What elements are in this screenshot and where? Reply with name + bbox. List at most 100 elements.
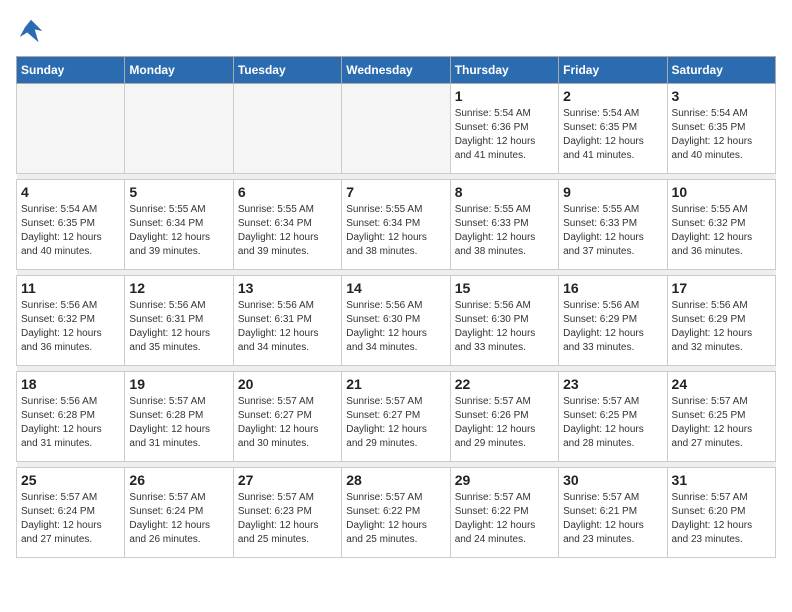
day-header-saturday: Saturday (667, 57, 775, 84)
day-info: Sunrise: 5:57 AM Sunset: 6:21 PM Dayligh… (563, 491, 662, 547)
day-number: 25 (21, 472, 120, 488)
day-header-thursday: Thursday (450, 57, 558, 84)
day-header-sunday: Sunday (17, 57, 125, 84)
day-number: 30 (563, 472, 662, 488)
day-info: Sunrise: 5:56 AM Sunset: 6:28 PM Dayligh… (21, 395, 120, 451)
calendar: SundayMondayTuesdayWednesdayThursdayFrid… (16, 56, 776, 558)
day-number: 13 (238, 280, 337, 296)
day-info: Sunrise: 5:56 AM Sunset: 6:31 PM Dayligh… (238, 299, 337, 355)
day-number: 3 (672, 88, 771, 104)
day-number: 16 (563, 280, 662, 296)
day-number: 19 (129, 376, 228, 392)
calendar-cell: 30 Sunrise: 5:57 AM Sunset: 6:21 PM Dayli… (559, 468, 667, 558)
day-info: Sunrise: 5:54 AM Sunset: 6:35 PM Dayligh… (672, 107, 771, 163)
day-number: 22 (455, 376, 554, 392)
day-info: Sunrise: 5:57 AM Sunset: 6:27 PM Dayligh… (346, 395, 445, 451)
day-number: 26 (129, 472, 228, 488)
day-header-friday: Friday (559, 57, 667, 84)
day-number: 29 (455, 472, 554, 488)
calendar-cell: 6Sunrise: 5:55 AM Sunset: 6:34 PM Daylig… (233, 180, 341, 270)
calendar-week-5: 25 Sunrise: 5:57 AM Sunset: 6:24 PM Dayli… (17, 468, 776, 558)
day-info: Sunrise: 5:56 AM Sunset: 6:30 PM Dayligh… (346, 299, 445, 355)
day-number: 18 (21, 376, 120, 392)
day-number: 7 (346, 184, 445, 200)
calendar-cell: 17Sunrise: 5:56 AM Sunset: 6:29 PM Dayli… (667, 276, 775, 366)
calendar-cell (342, 84, 450, 174)
calendar-cell (125, 84, 233, 174)
day-info: Sunrise: 5:57 AM Sunset: 6:23 PM Dayligh… (238, 491, 337, 547)
day-info: Sunrise: 5:57 AM Sunset: 6:25 PM Dayligh… (563, 395, 662, 451)
calendar-cell: 13 Sunrise: 5:56 AM Sunset: 6:31 PM Dayli… (233, 276, 341, 366)
calendar-cell: 24 Sunrise: 5:57 AM Sunset: 6:25 PM Dayli… (667, 372, 775, 462)
day-number: 23 (563, 376, 662, 392)
day-info: Sunrise: 5:56 AM Sunset: 6:31 PM Dayligh… (129, 299, 228, 355)
calendar-cell: 10 Sunrise: 5:55 AM Sunset: 6:32 PM Dayli… (667, 180, 775, 270)
day-number: 8 (455, 184, 554, 200)
day-number: 12 (129, 280, 228, 296)
day-info: Sunrise: 5:55 AM Sunset: 6:33 PM Dayligh… (563, 203, 662, 259)
day-info: Sunrise: 5:55 AM Sunset: 6:34 PM Dayligh… (129, 203, 228, 259)
day-number: 24 (672, 376, 771, 392)
calendar-cell: 20 Sunrise: 5:57 AM Sunset: 6:27 PM Dayli… (233, 372, 341, 462)
day-number: 20 (238, 376, 337, 392)
calendar-cell: 28Sunrise: 5:57 AM Sunset: 6:22 PM Dayli… (342, 468, 450, 558)
day-info: Sunrise: 5:57 AM Sunset: 6:22 PM Dayligh… (346, 491, 445, 547)
day-info: Sunrise: 5:57 AM Sunset: 6:26 PM Dayligh… (455, 395, 554, 451)
day-info: Sunrise: 5:57 AM Sunset: 6:22 PM Dayligh… (455, 491, 554, 547)
day-number: 10 (672, 184, 771, 200)
day-number: 27 (238, 472, 337, 488)
day-number: 11 (21, 280, 120, 296)
day-header-monday: Monday (125, 57, 233, 84)
calendar-cell: 23 Sunrise: 5:57 AM Sunset: 6:25 PM Dayli… (559, 372, 667, 462)
day-info: Sunrise: 5:55 AM Sunset: 6:33 PM Dayligh… (455, 203, 554, 259)
day-header-tuesday: Tuesday (233, 57, 341, 84)
calendar-cell: 5 Sunrise: 5:55 AM Sunset: 6:34 PM Daylig… (125, 180, 233, 270)
day-info: Sunrise: 5:55 AM Sunset: 6:32 PM Dayligh… (672, 203, 771, 259)
day-info: Sunrise: 5:57 AM Sunset: 6:27 PM Dayligh… (238, 395, 337, 451)
calendar-cell (17, 84, 125, 174)
calendar-week-2: 4 Sunrise: 5:54 AM Sunset: 6:35 PM Daylig… (17, 180, 776, 270)
logo (16, 16, 50, 46)
day-info: Sunrise: 5:54 AM Sunset: 6:36 PM Dayligh… (455, 107, 554, 163)
day-info: Sunrise: 5:57 AM Sunset: 6:28 PM Dayligh… (129, 395, 228, 451)
calendar-cell: 27 Sunrise: 5:57 AM Sunset: 6:23 PM Dayli… (233, 468, 341, 558)
calendar-cell: 11Sunrise: 5:56 AM Sunset: 6:32 PM Dayli… (17, 276, 125, 366)
calendar-cell: 25Sunrise: 5:57 AM Sunset: 6:24 PM Dayli… (17, 468, 125, 558)
calendar-cell: 26 Sunrise: 5:57 AM Sunset: 6:24 PM Dayli… (125, 468, 233, 558)
calendar-week-3: 11Sunrise: 5:56 AM Sunset: 6:32 PM Dayli… (17, 276, 776, 366)
day-number: 4 (21, 184, 120, 200)
calendar-cell: 1 Sunrise: 5:54 AM Sunset: 6:36 PM Daylig… (450, 84, 558, 174)
day-number: 5 (129, 184, 228, 200)
day-number: 14 (346, 280, 445, 296)
calendar-cell: 12 Sunrise: 5:56 AM Sunset: 6:31 PM Dayli… (125, 276, 233, 366)
calendar-cell: 3 Sunrise: 5:54 AM Sunset: 6:35 PM Daylig… (667, 84, 775, 174)
calendar-cell: 21Sunrise: 5:57 AM Sunset: 6:27 PM Dayli… (342, 372, 450, 462)
calendar-week-1: 1 Sunrise: 5:54 AM Sunset: 6:36 PM Daylig… (17, 84, 776, 174)
calendar-cell: 7 Sunrise: 5:55 AM Sunset: 6:34 PM Daylig… (342, 180, 450, 270)
logo-icon (16, 16, 46, 46)
day-number: 1 (455, 88, 554, 104)
calendar-cell (233, 84, 341, 174)
calendar-cell: 4 Sunrise: 5:54 AM Sunset: 6:35 PM Daylig… (17, 180, 125, 270)
day-info: Sunrise: 5:56 AM Sunset: 6:30 PM Dayligh… (455, 299, 554, 355)
calendar-week-4: 18 Sunrise: 5:56 AM Sunset: 6:28 PM Dayli… (17, 372, 776, 462)
day-info: Sunrise: 5:57 AM Sunset: 6:20 PM Dayligh… (672, 491, 771, 547)
calendar-cell: 9Sunrise: 5:55 AM Sunset: 6:33 PM Daylig… (559, 180, 667, 270)
day-number: 31 (672, 472, 771, 488)
calendar-cell: 31 Sunrise: 5:57 AM Sunset: 6:20 PM Dayli… (667, 468, 775, 558)
day-info: Sunrise: 5:56 AM Sunset: 6:29 PM Dayligh… (672, 299, 771, 355)
day-info: Sunrise: 5:56 AM Sunset: 6:29 PM Dayligh… (563, 299, 662, 355)
day-number: 6 (238, 184, 337, 200)
calendar-cell: 15Sunrise: 5:56 AM Sunset: 6:30 PM Dayli… (450, 276, 558, 366)
day-info: Sunrise: 5:57 AM Sunset: 6:24 PM Dayligh… (129, 491, 228, 547)
calendar-cell: 19 Sunrise: 5:57 AM Sunset: 6:28 PM Dayli… (125, 372, 233, 462)
day-info: Sunrise: 5:54 AM Sunset: 6:35 PM Dayligh… (563, 107, 662, 163)
calendar-header-row: SundayMondayTuesdayWednesdayThursdayFrid… (17, 57, 776, 84)
day-info: Sunrise: 5:55 AM Sunset: 6:34 PM Dayligh… (346, 203, 445, 259)
calendar-cell: 14 Sunrise: 5:56 AM Sunset: 6:30 PM Dayli… (342, 276, 450, 366)
day-info: Sunrise: 5:57 AM Sunset: 6:25 PM Dayligh… (672, 395, 771, 451)
calendar-cell: 2 Sunrise: 5:54 AM Sunset: 6:35 PM Daylig… (559, 84, 667, 174)
calendar-cell: 18 Sunrise: 5:56 AM Sunset: 6:28 PM Dayli… (17, 372, 125, 462)
day-info: Sunrise: 5:54 AM Sunset: 6:35 PM Dayligh… (21, 203, 120, 259)
day-number: 2 (563, 88, 662, 104)
